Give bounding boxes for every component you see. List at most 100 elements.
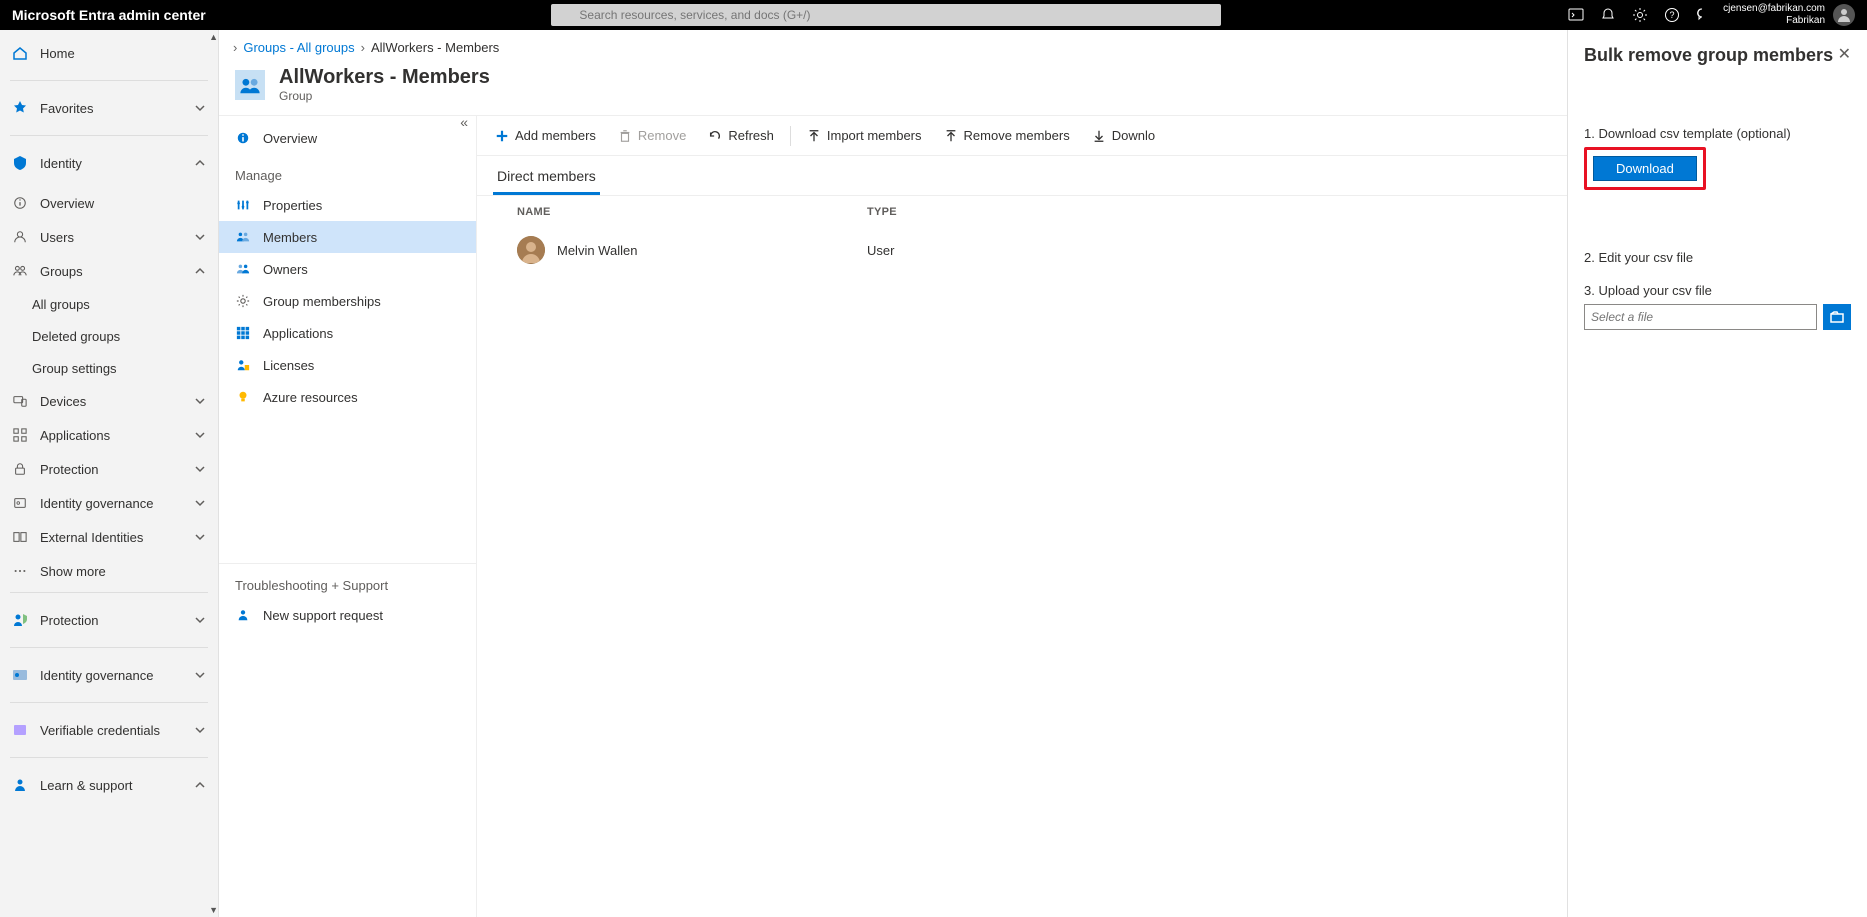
nav-section-verifiable[interactable]: Verifiable credentials	[0, 707, 218, 753]
nav-section-idgov-label: Identity governance	[40, 668, 194, 683]
nav-users-label: Users	[40, 230, 194, 245]
refresh-button[interactable]: Refresh	[698, 120, 784, 152]
account-menu[interactable]: cjensen@fabrikan.com Fabrikan	[1723, 3, 1855, 27]
nav-section-learn[interactable]: Learn & support	[0, 762, 218, 808]
nav-overview-label: Overview	[40, 196, 206, 211]
chevron-up-icon	[194, 779, 206, 791]
nav-deleted-groups[interactable]: Deleted groups	[0, 320, 218, 352]
identity-icon	[12, 155, 28, 171]
res-overview[interactable]: Overview	[219, 122, 476, 154]
nav-all-groups[interactable]: All groups	[0, 288, 218, 320]
member-name: Melvin Wallen	[557, 243, 637, 258]
nav-group-settings[interactable]: Group settings	[0, 352, 218, 384]
step-1-label: 1. Download csv template (optional)	[1584, 126, 1851, 141]
global-search-input[interactable]	[551, 4, 1221, 26]
download-template-button[interactable]: Download	[1593, 156, 1697, 181]
notifications-icon[interactable]	[1599, 6, 1617, 24]
nav-section-idgov[interactable]: Identity governance	[0, 652, 218, 698]
primary-nav: ▲ Home Favorites Identity Overview Users	[0, 30, 219, 917]
breadcrumb-groups-link[interactable]: Groups - All groups	[243, 40, 354, 55]
res-properties[interactable]: Properties	[219, 189, 476, 221]
settings-icon[interactable]	[1631, 6, 1649, 24]
chevron-right-icon: ›	[233, 40, 237, 55]
nav-favorites[interactable]: Favorites	[0, 85, 218, 131]
bulk-remove-panel: Bulk remove group members ✕ 1. Download …	[1567, 30, 1867, 917]
devices-icon	[12, 393, 28, 409]
chevron-down-icon	[194, 531, 206, 543]
feedback-icon[interactable]	[1695, 6, 1713, 24]
chevron-down-icon	[194, 395, 206, 407]
nav-identity[interactable]: Identity	[0, 140, 218, 186]
remove-button: Remove	[608, 120, 696, 152]
res-licenses[interactable]: Licenses	[219, 349, 476, 381]
resource-menu: « Overview Manage Properties Members Own…	[219, 116, 477, 917]
res-groupmem-label: Group memberships	[263, 294, 381, 309]
nav-devices[interactable]: Devices	[0, 384, 218, 418]
apps-icon	[12, 427, 28, 443]
account-avatar	[1833, 4, 1855, 26]
col-header-name[interactable]: NAME	[517, 206, 867, 218]
res-owners[interactable]: Owners	[219, 253, 476, 285]
res-support-request[interactable]: New support request	[219, 599, 476, 631]
nav-section-protection[interactable]: Protection	[0, 597, 218, 643]
tab-direct-members[interactable]: Direct members	[493, 160, 600, 195]
chevron-down-icon	[194, 463, 206, 475]
nav-showmore-label: Show more	[40, 564, 206, 579]
nav-external-identities[interactable]: External Identities	[0, 520, 218, 554]
step-2-label: 2. Edit your csv file	[1584, 250, 1851, 265]
remove-members-button[interactable]: Remove members	[934, 120, 1080, 152]
idgov-section-icon	[12, 667, 28, 683]
import-label: Import members	[827, 128, 922, 143]
apps-grid-icon	[235, 325, 251, 341]
nav-home[interactable]: Home	[0, 30, 218, 76]
res-applications-label: Applications	[263, 326, 333, 341]
info-icon	[235, 130, 251, 146]
scroll-down-arrow[interactable]: ▼	[209, 905, 218, 915]
download-members-button[interactable]: Downlo	[1082, 120, 1165, 152]
external-icon	[12, 529, 28, 545]
cloud-shell-icon[interactable]	[1567, 6, 1585, 24]
page-subtitle: Group	[279, 89, 490, 103]
nav-protection-item[interactable]: Protection	[0, 452, 218, 486]
chevron-right-icon: ›	[361, 40, 365, 55]
info-icon	[12, 195, 28, 211]
nav-applications[interactable]: Applications	[0, 418, 218, 452]
help-icon[interactable]: ?	[1663, 6, 1681, 24]
nav-groups-label: Groups	[40, 264, 194, 279]
download-label: Downlo	[1112, 128, 1155, 143]
nav-show-more[interactable]: Show more	[0, 554, 218, 588]
chevron-down-icon	[194, 669, 206, 681]
col-header-type[interactable]: TYPE	[867, 206, 1067, 218]
nav-idgov-item[interactable]: Identity governance	[0, 486, 218, 520]
res-owners-label: Owners	[263, 262, 308, 277]
nav-favorites-label: Favorites	[40, 101, 194, 116]
page-title: AllWorkers - Members	[279, 66, 490, 89]
close-flyout-button[interactable]: ✕	[1838, 44, 1851, 64]
file-select-input[interactable]	[1584, 304, 1817, 330]
protection-section-icon	[12, 612, 28, 628]
res-members[interactable]: Members	[219, 221, 476, 253]
bulb-icon	[235, 389, 251, 405]
res-azure-resources[interactable]: Azure resources	[219, 381, 476, 413]
nav-users[interactable]: Users	[0, 220, 218, 254]
res-members-label: Members	[263, 230, 317, 245]
import-members-button[interactable]: Import members	[797, 120, 932, 152]
chevron-down-icon	[194, 429, 206, 441]
removebulk-label: Remove members	[964, 128, 1070, 143]
user-icon	[12, 229, 28, 245]
collapse-menu-button[interactable]: «	[460, 116, 468, 130]
nav-groups[interactable]: Groups	[0, 254, 218, 288]
res-group-memberships[interactable]: Group memberships	[219, 285, 476, 317]
nav-section-learn-label: Learn & support	[40, 778, 194, 793]
res-properties-label: Properties	[263, 198, 322, 213]
add-members-button[interactable]: Add members	[485, 120, 606, 152]
browse-file-button[interactable]	[1823, 304, 1851, 330]
brand-title: Microsoft Entra admin center	[12, 7, 206, 23]
owners-icon	[235, 261, 251, 277]
top-header: Microsoft Entra admin center ? cjensen@f…	[0, 0, 1867, 30]
properties-icon	[235, 197, 251, 213]
chevron-up-icon	[194, 265, 206, 277]
nav-identity-overview[interactable]: Overview	[0, 186, 218, 220]
flyout-title: Bulk remove group members	[1584, 44, 1833, 66]
res-applications[interactable]: Applications	[219, 317, 476, 349]
